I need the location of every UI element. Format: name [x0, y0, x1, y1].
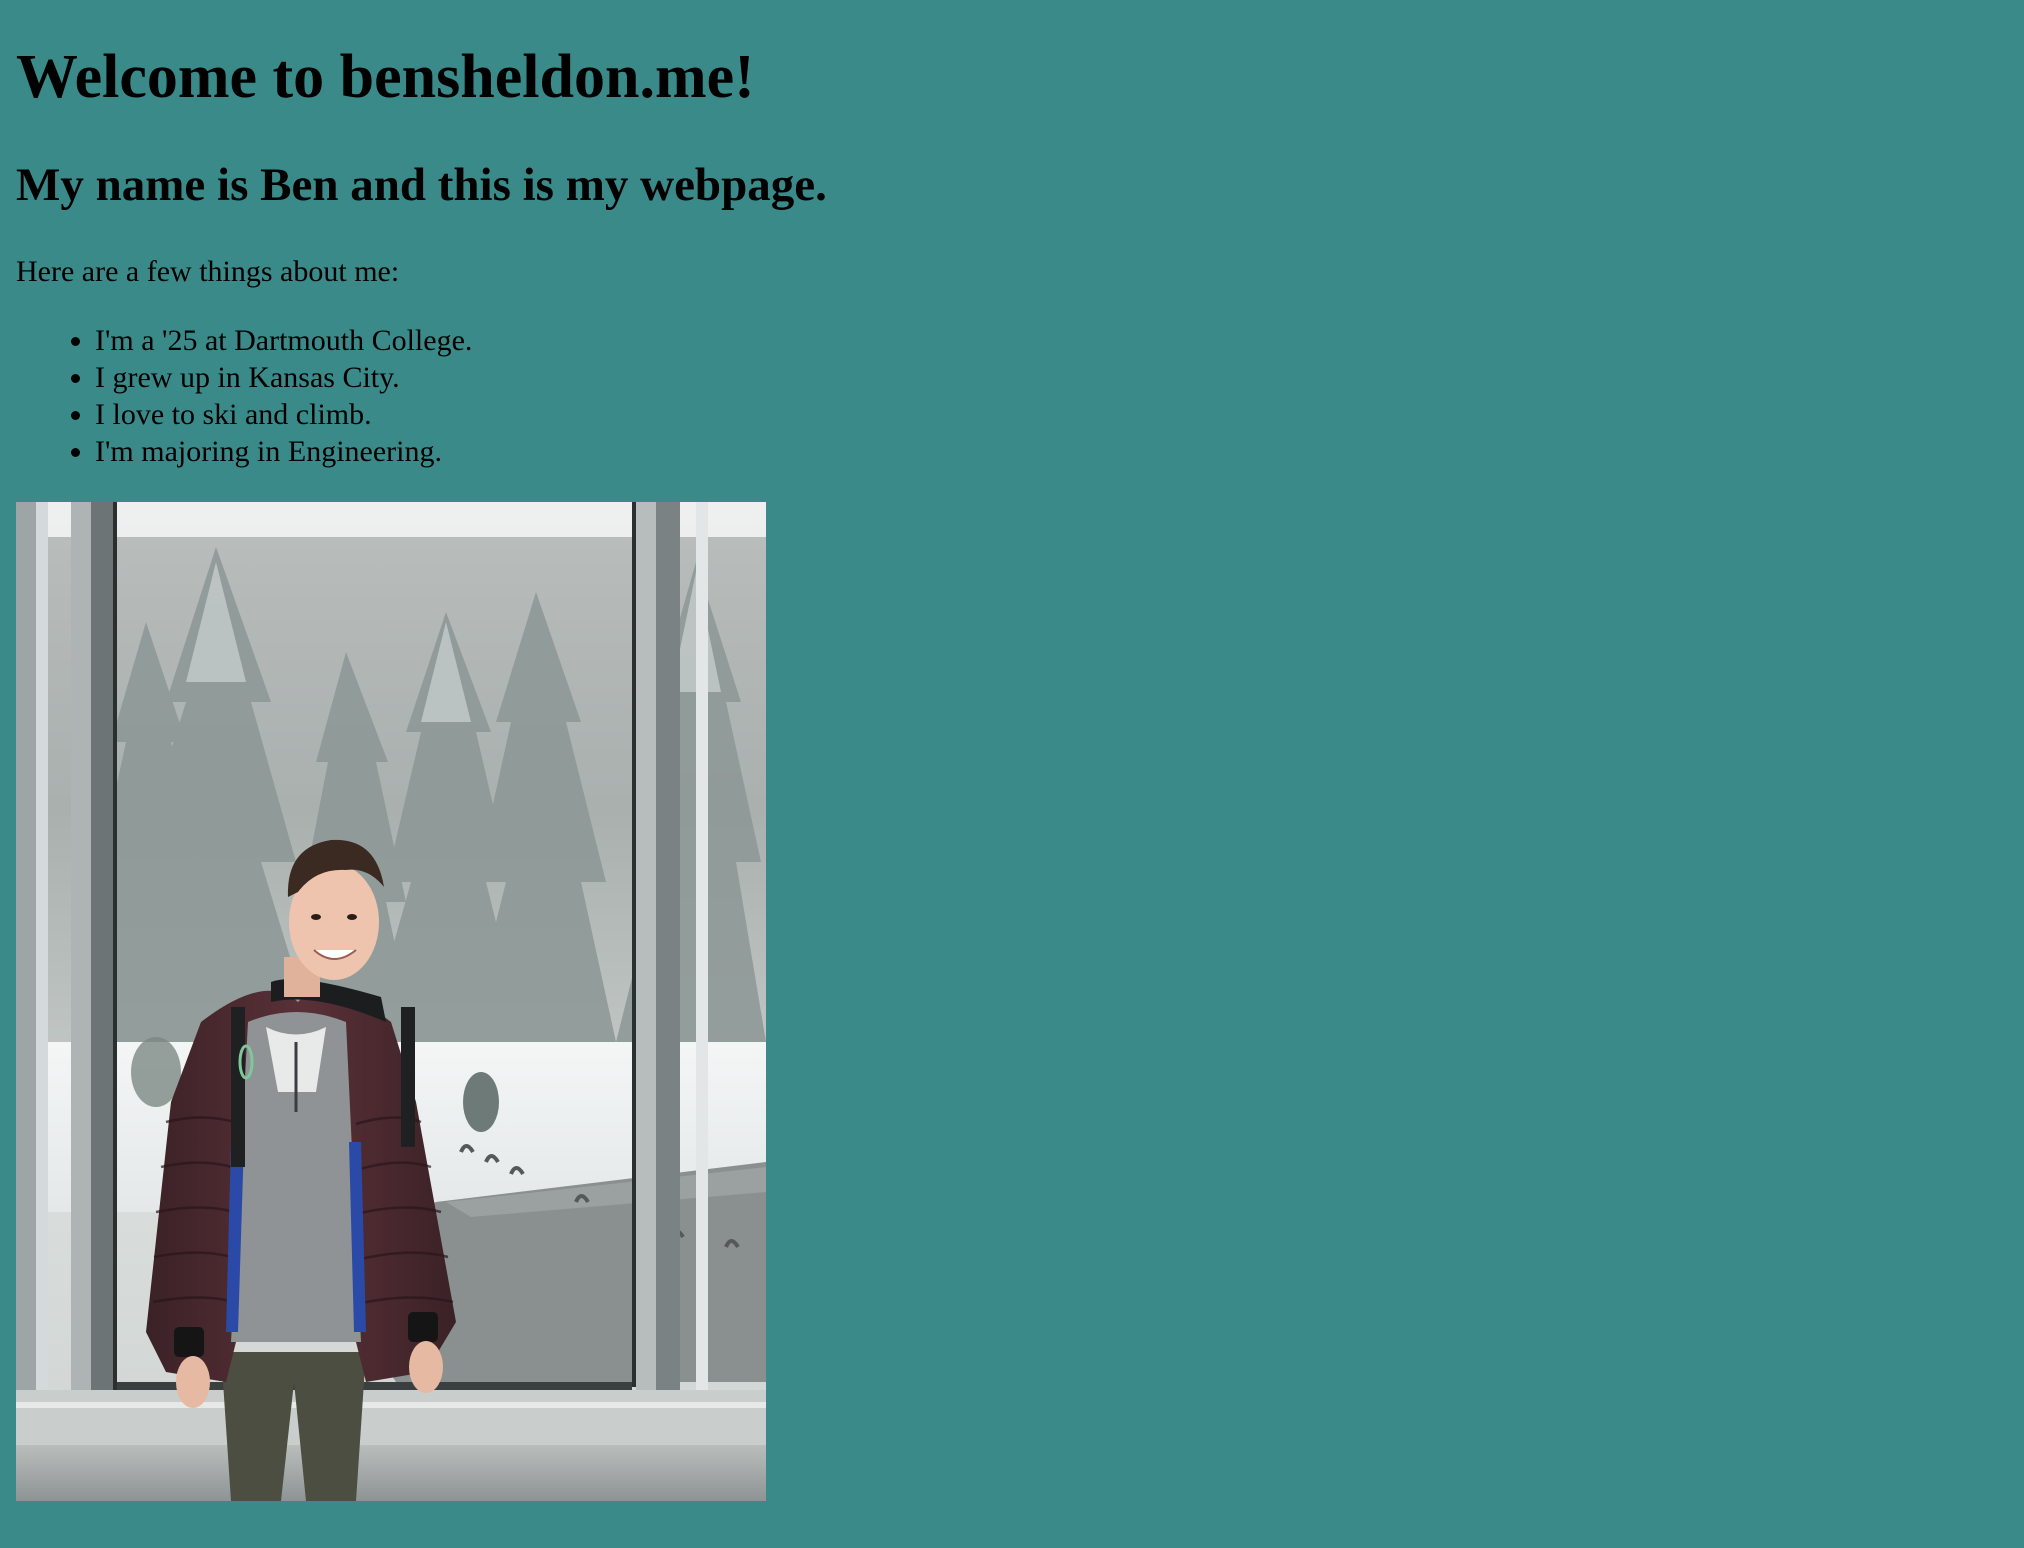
- list-item: I love to ski and climb.: [95, 396, 472, 433]
- facts-list: I'm a '25 at Dartmouth College. I grew u…: [16, 322, 472, 470]
- list-item: I'm majoring in Engineering.: [95, 433, 472, 470]
- page-title: Welcome to bensheldon.me!: [16, 43, 755, 111]
- profile-photo: [16, 502, 766, 1501]
- page-subtitle: My name is Ben and this is my webpage.: [16, 159, 827, 211]
- intro-text: Here are a few things about me:: [16, 255, 400, 288]
- list-item: I'm a '25 at Dartmouth College.: [95, 322, 472, 359]
- page: Welcome to bensheldon.me! My name is Ben…: [0, 0, 2024, 1548]
- list-item: I grew up in Kansas City.: [95, 359, 472, 396]
